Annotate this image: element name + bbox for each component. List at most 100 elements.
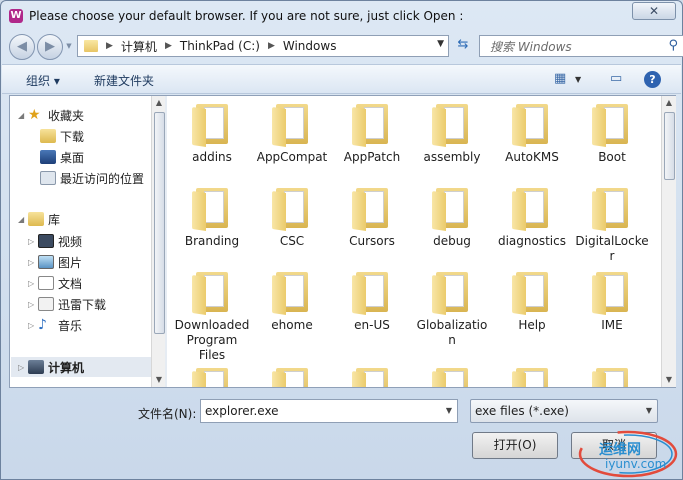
folder-item[interactable]: diagnostics: [493, 186, 571, 249]
navigation-scrollbar[interactable]: ▲ ▼: [151, 96, 165, 387]
breadcrumb-separator-icon[interactable]: ▶: [165, 41, 172, 51]
sidebar-item-downloads[interactable]: 下载: [40, 126, 84, 146]
collapse-icon[interactable]: ◢: [18, 215, 28, 224]
folder-icon: [592, 270, 632, 315]
sidebar-item-thunder-downloads[interactable]: ▷ 迅雷下载: [28, 294, 106, 314]
file-open-dialog: W Please choose your default browser. If…: [0, 0, 683, 480]
folder-item[interactable]: [333, 366, 411, 387]
watermark-text-bottom: iyunv.com: [605, 457, 667, 471]
folder-item[interactable]: [413, 366, 491, 387]
sidebar-item-libraries[interactable]: ◢ 库: [18, 209, 60, 229]
sidebar-item-recent-places[interactable]: 最近访问的位置: [40, 168, 144, 188]
folder-name: Downloaded Program Files: [174, 318, 250, 362]
sidebar-item-label: 最近访问的位置: [60, 171, 145, 186]
breadcrumb-drive[interactable]: ThinkPad (C:): [180, 39, 260, 53]
folder-item[interactable]: debug: [413, 186, 491, 249]
expand-icon[interactable]: ▷: [18, 363, 28, 372]
folder-item[interactable]: Help: [493, 270, 571, 333]
scrollbar-thumb[interactable]: [664, 112, 675, 180]
folder-item[interactable]: ehome: [253, 270, 331, 333]
folder-item[interactable]: [493, 366, 571, 387]
search-icon[interactable]: ⚲: [668, 38, 678, 53]
star-icon: ★: [28, 107, 41, 123]
breadcrumb-windows[interactable]: Windows: [283, 39, 337, 53]
sidebar-item-videos[interactable]: ▷ 视频: [28, 231, 82, 251]
scroll-up-icon[interactable]: ▲: [662, 96, 676, 110]
folder-item[interactable]: [573, 366, 651, 387]
sidebar-item-label: 桌面: [60, 150, 85, 165]
expand-icon[interactable]: ▷: [28, 300, 38, 309]
forward-button[interactable]: ▶: [37, 34, 63, 60]
documents-icon: [38, 276, 54, 290]
sidebar-item-label: 文档: [58, 276, 83, 291]
folder-icon: [352, 270, 392, 315]
sidebar-item-documents[interactable]: ▷ 文档: [28, 273, 82, 293]
folder-item[interactable]: en-US: [333, 270, 411, 333]
search-input[interactable]: 搜索 Windows ⚲: [479, 35, 683, 57]
folder-item[interactable]: Globalization: [413, 270, 491, 348]
arrow-left-icon: ◀: [17, 39, 27, 54]
folder-item[interactable]: addins: [173, 102, 251, 165]
folder-icon: [192, 366, 232, 387]
folder-icon: [272, 186, 312, 231]
chevron-down-icon[interactable]: ▼: [446, 406, 452, 415]
folder-icon: [512, 366, 552, 387]
folder-item[interactable]: AutoKMS: [493, 102, 571, 165]
computer-icon: [28, 360, 44, 374]
folder-icon: [272, 270, 312, 315]
sidebar-item-computer[interactable]: ▷ 计算机: [11, 357, 151, 377]
new-folder-button[interactable]: 新建文件夹: [94, 72, 154, 89]
folder-item[interactable]: CSC: [253, 186, 331, 249]
desktop-icon: [40, 150, 56, 164]
file-type-select[interactable]: exe files (*.exe) ▼: [470, 399, 658, 423]
folder-icon: [592, 186, 632, 231]
view-dropdown-icon[interactable]: ▼: [575, 75, 581, 84]
preview-pane-icon[interactable]: ▭: [610, 71, 622, 86]
pictures-icon: [38, 255, 54, 269]
search-placeholder: 搜索 Windows: [490, 39, 572, 54]
close-button[interactable]: ✕: [632, 2, 676, 20]
address-bar[interactable]: ▶ 计算机 ▶ ThinkPad (C:) ▶ Windows ▼: [77, 35, 449, 57]
sidebar-item-desktop[interactable]: 桌面: [40, 147, 84, 167]
address-dropdown-icon[interactable]: ▼: [437, 39, 444, 49]
breadcrumb-computer[interactable]: 计算机: [121, 38, 157, 55]
help-icon[interactable]: ?: [644, 71, 661, 88]
folder-item[interactable]: AppPatch: [333, 102, 411, 165]
folder-item[interactable]: Boot: [573, 102, 651, 165]
recent-pages-button[interactable]: ▼: [63, 41, 75, 53]
filename-label: 文件名(N):: [138, 407, 197, 421]
folder-item[interactable]: Downloaded Program Files: [173, 270, 251, 363]
folder-item[interactable]: Cursors: [333, 186, 411, 249]
expand-icon[interactable]: ▷: [28, 321, 38, 330]
collapse-icon[interactable]: ◢: [18, 111, 28, 120]
sidebar-item-pictures[interactable]: ▷ 图片: [28, 252, 82, 272]
file-list-scrollbar[interactable]: ▲ ▼: [661, 96, 676, 387]
folder-item[interactable]: IME: [573, 270, 651, 333]
expand-icon[interactable]: ▷: [28, 258, 38, 267]
refresh-button[interactable]: ⇆: [452, 35, 474, 57]
folder-item[interactable]: Branding: [173, 186, 251, 249]
scroll-down-icon[interactable]: ▼: [662, 373, 676, 387]
back-button[interactable]: ◀: [9, 34, 35, 60]
expand-icon[interactable]: ▷: [28, 279, 38, 288]
scroll-up-icon[interactable]: ▲: [152, 96, 166, 110]
sidebar-item-favorites[interactable]: ◢ ★ 收藏夹: [18, 105, 84, 125]
sidebar-item-music[interactable]: ▷ ♪ 音乐: [28, 315, 82, 335]
scroll-down-icon[interactable]: ▼: [152, 373, 166, 387]
filename-field[interactable]: explorer.exe ▼: [200, 399, 458, 423]
folder-item[interactable]: [173, 366, 251, 387]
folder-item[interactable]: assembly: [413, 102, 491, 165]
breadcrumb-separator-icon[interactable]: ▶: [268, 41, 275, 51]
folder-item[interactable]: AppCompat: [253, 102, 331, 165]
browser-content: ◢ ★ 收藏夹 下载 桌面 最近访问的位置 ◢ 库 ▷ 视频 ▷ 图片 ▷ 文档…: [9, 95, 676, 388]
scrollbar-thumb[interactable]: [154, 112, 165, 334]
folder-name: assembly: [423, 150, 481, 164]
folder-item[interactable]: [253, 366, 331, 387]
view-options-icon[interactable]: ▦: [554, 71, 566, 86]
expand-icon[interactable]: ▷: [28, 237, 38, 246]
open-button[interactable]: 打开(O): [472, 432, 558, 459]
breadcrumb-separator-icon[interactable]: ▶: [106, 41, 113, 51]
folder-item[interactable]: DigitalLocker: [573, 186, 651, 264]
folder-name: DigitalLocker: [575, 234, 649, 263]
organize-menu[interactable]: 组织 ▾: [26, 72, 60, 89]
